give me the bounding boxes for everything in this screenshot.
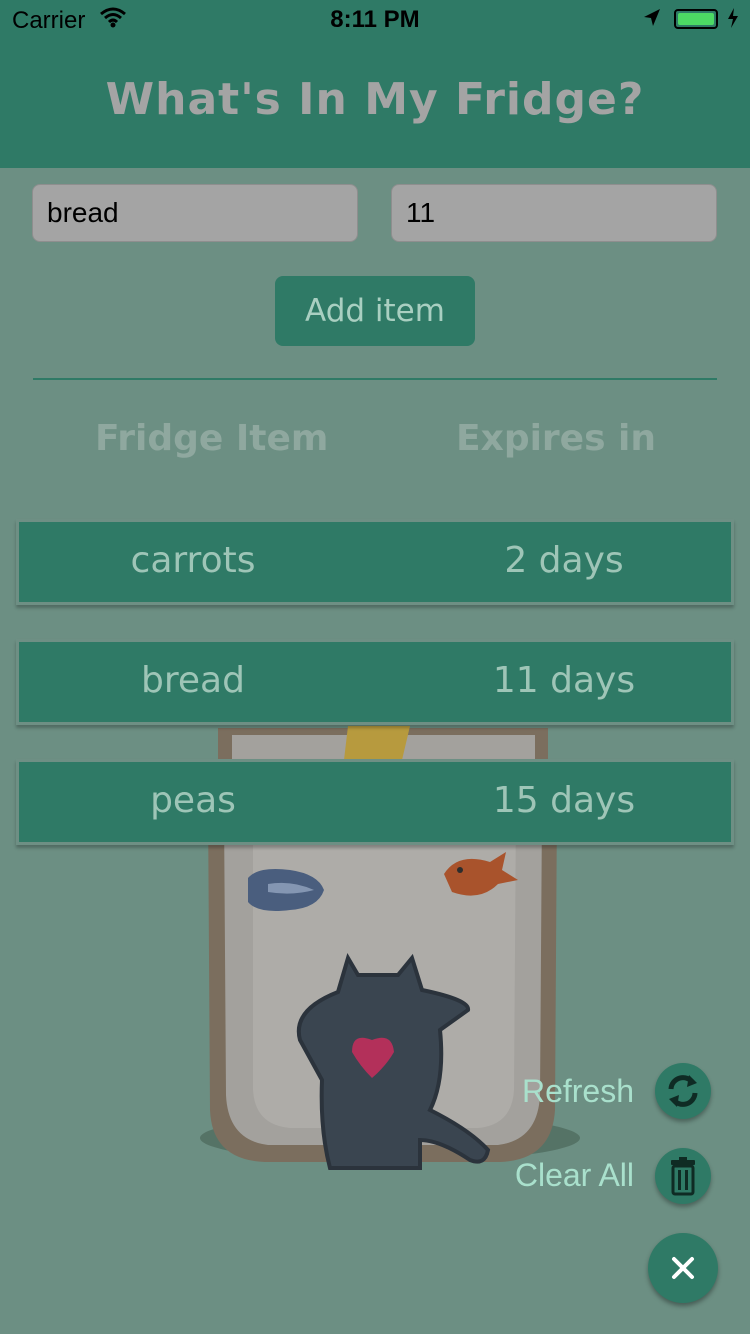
refresh-icon — [668, 1075, 698, 1107]
refresh-label[interactable]: Refresh — [522, 1073, 634, 1110]
item-name: bread — [141, 660, 245, 701]
list-item[interactable]: carrots 2 days — [16, 519, 734, 605]
close-menu-button[interactable] — [648, 1233, 718, 1303]
trash-icon — [671, 1157, 695, 1196]
refresh-button[interactable] — [655, 1063, 711, 1119]
list-item[interactable]: peas 15 days — [16, 759, 734, 845]
clear-all-button[interactable] — [655, 1148, 711, 1204]
clear-all-label[interactable]: Clear All — [515, 1157, 634, 1194]
item-name: carrots — [130, 540, 256, 581]
item-expires: 15 days — [492, 780, 636, 821]
item-name: peas — [150, 780, 236, 821]
close-icon — [672, 1257, 694, 1279]
list-item[interactable]: bread 11 days — [16, 639, 734, 725]
item-expires: 2 days — [504, 540, 624, 581]
item-expires: 11 days — [492, 660, 636, 701]
